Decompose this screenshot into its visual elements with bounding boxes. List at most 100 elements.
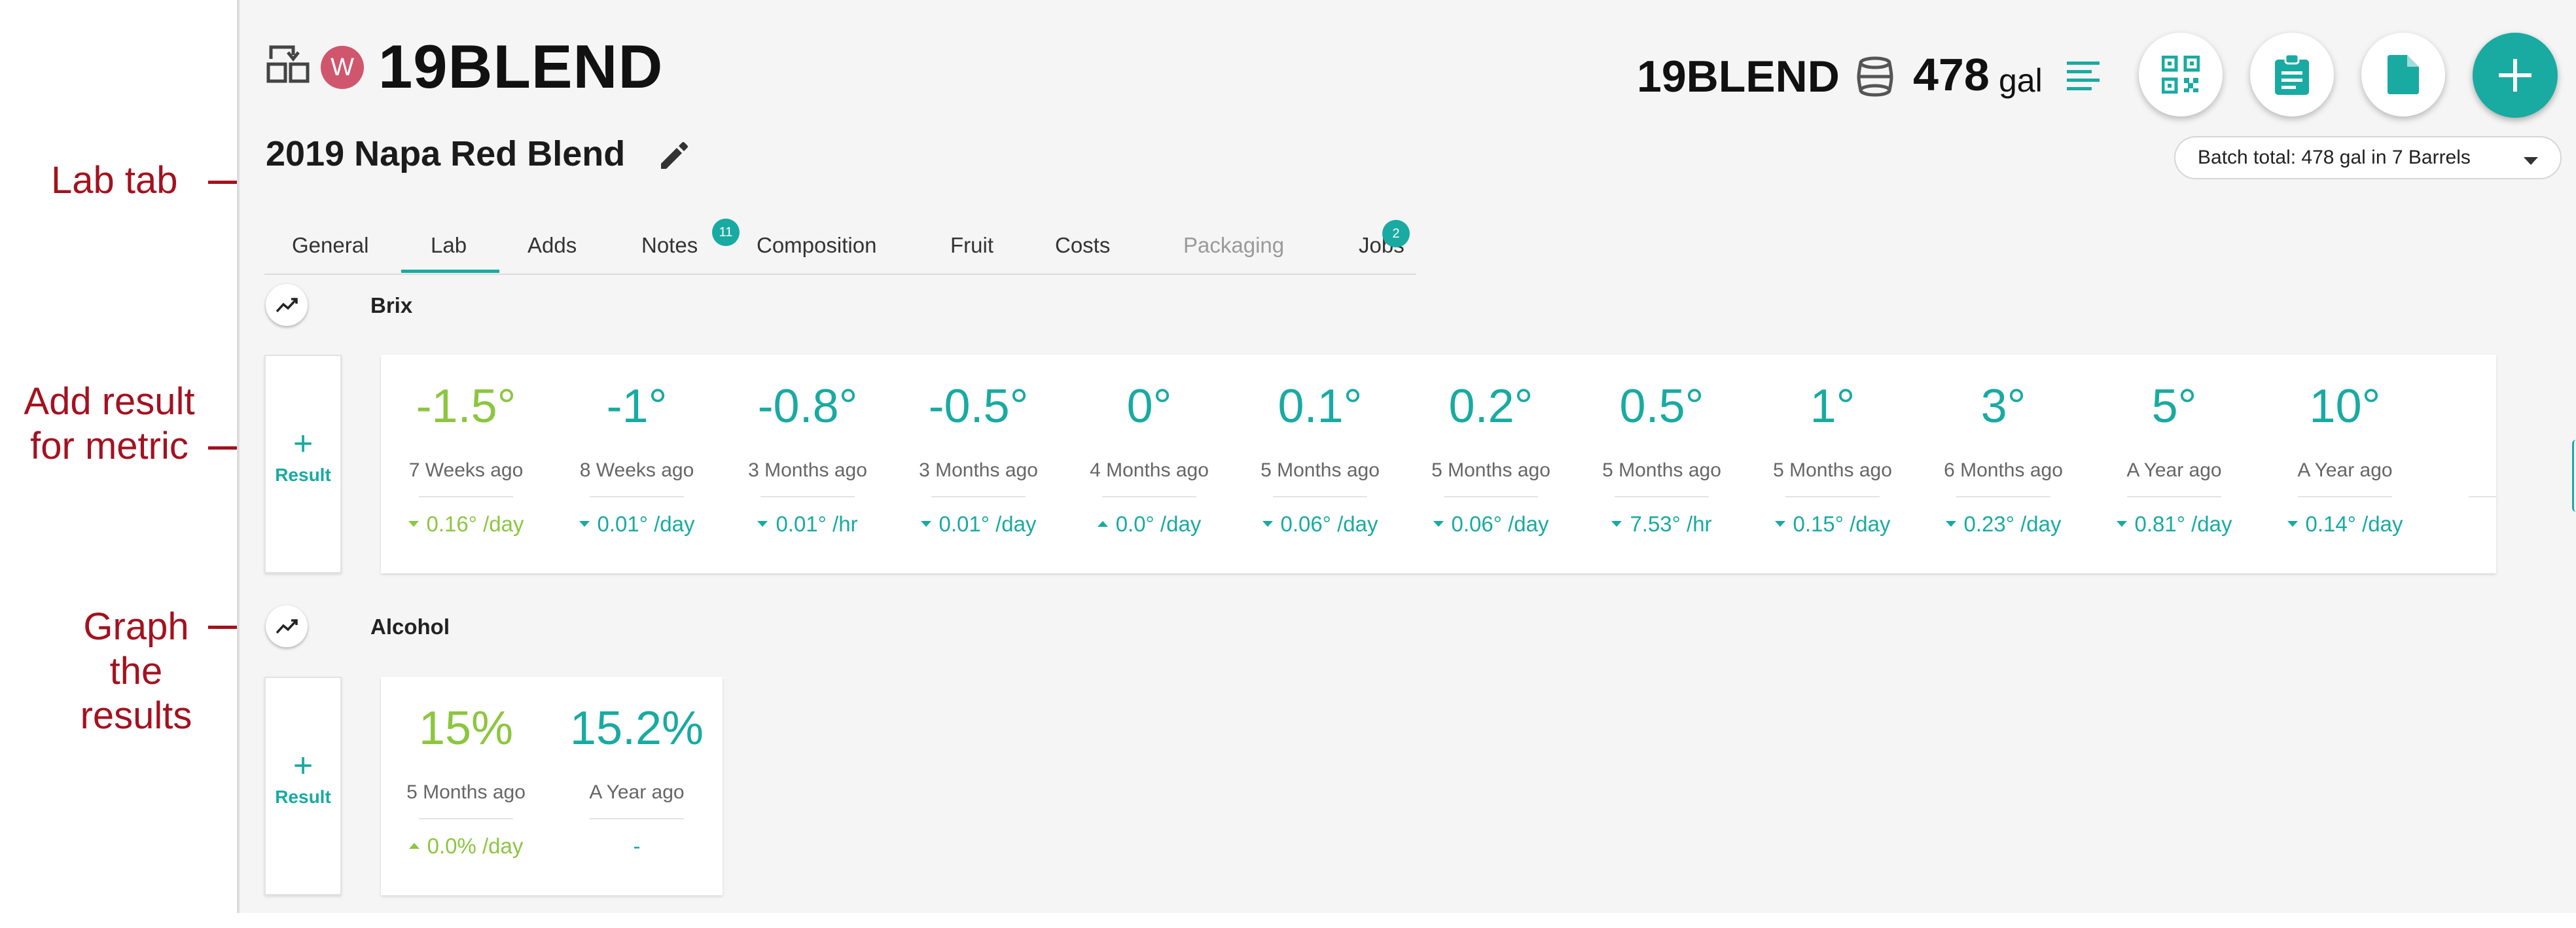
divider: [590, 818, 684, 819]
result-time-ago: A Year ago: [589, 781, 685, 803]
caret-down-icon: [920, 520, 931, 527]
result-value: 0.1°: [1278, 380, 1363, 433]
result-rate: 0.: [2431, 512, 2496, 537]
result-value: 10°: [2309, 380, 2381, 433]
result-rate-text: 0.06° /day: [1451, 512, 1549, 536]
qr-code-button[interactable]: [2139, 33, 2223, 116]
result-time-ago: A Year ago: [2126, 459, 2222, 481]
caret-down-icon: [2524, 157, 2538, 165]
plus-icon: +: [293, 425, 313, 463]
edit-icon[interactable]: [658, 140, 690, 171]
divider: [1273, 496, 1367, 497]
document-button[interactable]: [2361, 33, 2445, 116]
results-strip: 15% 5 Months ago 0.0% /day 15.2% A Year ago -: [381, 677, 723, 895]
result-rate-text: 0.06° /day: [1280, 512, 1378, 536]
divider: [760, 496, 855, 497]
transfer-icon[interactable]: [264, 42, 310, 88]
tab-composition[interactable]: Composition: [757, 233, 876, 258]
plus-icon: [2499, 59, 2531, 92]
list-icon[interactable]: [2067, 62, 2100, 90]
graph-brix-button[interactable]: [266, 284, 308, 326]
caret-down-icon: [1611, 520, 1622, 527]
add-result-button[interactable]: + Result: [264, 677, 342, 895]
caret-down-icon: [1945, 520, 1956, 527]
annotation-add-result: Add result for metric: [0, 380, 219, 469]
caret-down-icon: [2116, 520, 2127, 527]
annotation-line: for metric: [30, 425, 188, 467]
caret-down-icon: [1774, 520, 1785, 527]
scroll-indicator[interactable]: [2572, 440, 2576, 512]
result-rate-text: 0.0° /day: [1115, 512, 1202, 536]
clipboard-button[interactable]: [2250, 33, 2334, 116]
caret-down-icon: [579, 520, 590, 527]
result-rate-text: 0.16° /day: [426, 512, 524, 536]
divider: [1785, 496, 1880, 497]
result-rate-text: 0.01° /day: [939, 512, 1037, 536]
caret-down-icon: [2287, 520, 2298, 527]
divider: [2298, 496, 2392, 497]
results-strip: -1.5° 7 Weeks ago 0.16° /day -1° 8 Weeks ago…: [381, 355, 2496, 573]
divider: [1102, 496, 1196, 497]
result-time-ago: 4 Months ago: [1090, 459, 1209, 481]
result-rate: 0.16° /day: [381, 512, 551, 537]
divider: [2469, 496, 2496, 497]
tab-adds[interactable]: Adds: [528, 233, 577, 258]
result-value: 0.2°: [1448, 380, 1533, 433]
tab-fruit[interactable]: Fruit: [950, 233, 993, 258]
batch-name: 2019 Napa Red Blend: [266, 134, 626, 173]
result-rate: 0.01° /hr: [723, 512, 893, 537]
result-value: -1.5°: [416, 380, 516, 433]
add-result-label: Result: [275, 787, 331, 807]
result-rate: 0.15° /day: [1747, 512, 1918, 537]
add-button[interactable]: [2473, 33, 2558, 118]
result-rate-text: 0.01° /day: [597, 512, 695, 536]
result-rate: 7.53° /hr: [1577, 512, 1747, 537]
divider: [1956, 496, 2050, 497]
result-value: -1°: [606, 380, 668, 433]
tab-general[interactable]: General: [292, 233, 368, 258]
result-time-ago: 6 Months ago: [1944, 459, 2063, 481]
annotation-line: Graph: [83, 605, 189, 648]
tab-costs[interactable]: Costs: [1055, 233, 1110, 258]
caret-down-icon: [1433, 520, 1444, 527]
result-rate: 0.01° /day: [552, 512, 722, 537]
graph-alcohol-button[interactable]: [266, 605, 308, 647]
result-rate-text: 0.23° /day: [1963, 512, 2062, 536]
result-time-ago: 5 Months ago: [406, 781, 526, 803]
result-rate: 0.23° /day: [1918, 512, 2088, 537]
result-time-ago: 7 Weeks ago: [408, 459, 524, 481]
annotation-lab-tab: Lab tab: [51, 159, 178, 202]
avatar[interactable]: W: [321, 46, 364, 89]
result-value: 0°: [1126, 380, 1172, 433]
result-rate-text: 0.14° /day: [2305, 512, 2403, 536]
divider: [2127, 496, 2221, 497]
result-rate: 0.06° /day: [1406, 512, 1576, 537]
trend-chart-icon: [276, 298, 298, 313]
result-rate: 0.14° /day: [2260, 512, 2430, 537]
result-value: 3°: [1980, 380, 2026, 433]
result-rate: 0.01° /day: [893, 512, 1064, 537]
add-result-button[interactable]: + Result: [264, 355, 342, 573]
caret-up-icon: [1097, 520, 1108, 527]
caret-down-icon: [1262, 520, 1273, 527]
result-time-ago: A Y: [2431, 459, 2496, 482]
trend-chart-icon: [276, 619, 298, 634]
result-time-ago: 3 Months ago: [748, 459, 867, 481]
caret-down-icon: [757, 520, 768, 527]
batch-total-label: Batch total: 478 gal in 7 Barrels: [2198, 147, 2471, 168]
result-value: -0.5°: [928, 380, 1029, 433]
tab-notes[interactable]: Notes: [641, 233, 698, 258]
result-value: 1°: [1810, 380, 1855, 433]
result-rate: 0.0% /day: [381, 834, 551, 859]
result-time-ago: 5 Months ago: [1261, 459, 1380, 481]
clipboard-icon: [2275, 54, 2309, 95]
divider: [1615, 496, 1709, 497]
metric-name: Alcohol: [370, 615, 450, 639]
tab-lab[interactable]: Lab: [431, 233, 467, 258]
annotation-line: results: [80, 694, 192, 737]
result-value: 15%: [418, 702, 514, 755]
result-rate-text: 0.15° /day: [1793, 512, 1891, 536]
annotation-graph: Graph the results: [52, 605, 220, 738]
page-title: 19BLEND: [378, 32, 664, 101]
batch-total-dropdown[interactable]: Batch total: 478 gal in 7 Barrels: [2174, 136, 2562, 179]
